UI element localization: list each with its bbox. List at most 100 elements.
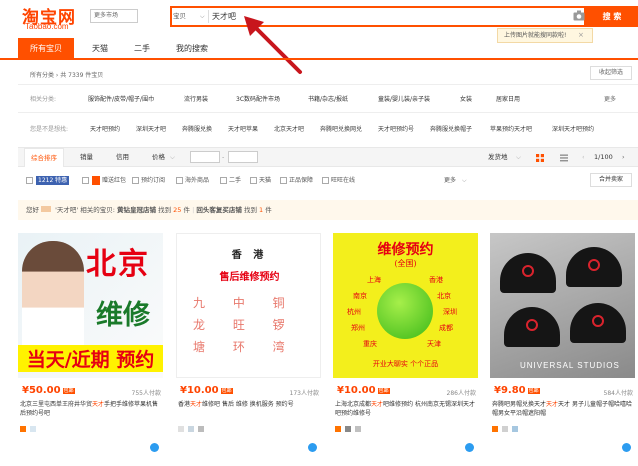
filter-checkbox[interactable] (176, 177, 183, 184)
filter-checkbox[interactable] (82, 177, 89, 184)
product-image[interactable]: 维修预约 (全国) 上海 香港 南京 北京 杭州 深圳 郑州 成都 重庆 天津 … (333, 233, 478, 378)
suggested-search-item[interactable]: 深圳天才吧 (136, 124, 166, 133)
image-city: 上海 (367, 276, 381, 284)
search-button[interactable]: 搜 索 (586, 6, 638, 27)
filter-label[interactable]: 正品保障 (289, 176, 313, 186)
suggested-search-item[interactable]: 奔腾吧兑换网兑 (320, 124, 362, 133)
product-image[interactable]: 北京 维修 当天/近期 预约 (18, 233, 163, 378)
shop-name-blurred (178, 426, 184, 432)
image-city: 杭州 (347, 308, 361, 316)
filter-label[interactable]: 天猫 (259, 176, 271, 186)
product-title[interactable]: 奔腾吧男帽兑换天才天才天才 男子儿童帽子帽哈嘻哈帽男女平沿帽遮阳帽 (492, 400, 632, 418)
unit: 件 (265, 206, 272, 214)
product-card[interactable]: 北京 维修 当天/近期 预约 ¥50.00 包邮 755人付款 北京三里屯西单王府… (18, 233, 163, 461)
merge-sellers-button[interactable]: 合并卖家 (590, 173, 632, 187)
image-city: 重庆 (363, 340, 377, 348)
sort-default[interactable]: 综合排序 (24, 148, 64, 167)
tab-all[interactable]: 所有宝贝 (18, 38, 74, 60)
filter-checkbox[interactable] (322, 177, 329, 184)
store-label[interactable]: 黄钻皇冠店铺 (117, 206, 156, 214)
cap-logo (526, 319, 538, 331)
sort-price[interactable]: 价格 (152, 148, 165, 166)
product-shop-row[interactable] (20, 426, 160, 434)
buyer-label[interactable]: 回头客复买店铺 (196, 206, 242, 214)
filter-checkbox[interactable] (220, 177, 227, 184)
filter-label[interactable]: 旺旺在线 (331, 176, 355, 186)
product-card[interactable]: 维修预约 (全国) 上海 香港 南京 北京 杭州 深圳 郑州 成都 重庆 天津 … (333, 233, 478, 461)
product-title[interactable]: 香港天才维修吧 售后 维修 换机服务 预约号 (178, 400, 318, 409)
cap-logo (522, 265, 534, 277)
image-text-brand: UNIVERSAL STUDIOS (520, 361, 620, 370)
search-category-select[interactable]: 宝贝 (173, 9, 186, 24)
chevron-down-icon: ⌵ (462, 177, 467, 184)
fold-filters-button[interactable]: 收起筛选 (590, 66, 632, 80)
shop-name-blurred (345, 426, 351, 432)
suggested-search-item[interactable]: 天才吧苹果 (228, 124, 258, 133)
suggested-search-item[interactable]: 奔腾服兑换帽子 (430, 124, 472, 133)
ship-from-select[interactable]: 发货地 (488, 148, 508, 166)
wangwang-chat-icon[interactable] (622, 443, 631, 452)
prev-page-icon[interactable]: ‹ (582, 148, 585, 166)
filter-checkbox[interactable] (132, 177, 139, 184)
list-view-icon[interactable] (560, 154, 568, 162)
related-category-item[interactable]: 书籍/杂志/报纸 (308, 94, 348, 103)
product-title[interactable]: 北京三里屯西单王府井华贸天才手把手维修苹果机售后预约号吧 (20, 400, 160, 418)
related-category-item[interactable]: 3C数码配件市场 (236, 94, 280, 103)
product-shop-row[interactable] (335, 426, 475, 434)
tab-my-search[interactable]: 我的搜索 (166, 38, 218, 60)
wangwang-chat-icon[interactable] (308, 443, 317, 452)
related-category-item[interactable]: 女装 (460, 94, 472, 103)
filter-label[interactable]: 海外商品 (185, 176, 209, 186)
price-max-input[interactable] (228, 151, 258, 163)
filter-red-packet-label[interactable]: 赠送红包 (102, 176, 126, 186)
red-packet-icon (92, 176, 100, 185)
related-category-item[interactable]: 服饰配件/皮带/帽子/围巾 (88, 94, 154, 103)
suggested-search-item[interactable]: 天才吧预约号 (378, 124, 414, 133)
more-filters-button[interactable]: 更多 (444, 176, 456, 186)
image-text-appointment: 维修预约 (377, 242, 434, 258)
sort-sales[interactable]: 销量 (80, 148, 93, 166)
related-category-item[interactable]: 童装/婴儿装/亲子装 (378, 94, 430, 103)
breadcrumb: 所有分类 › 共 7339 件宝贝 (30, 72, 104, 79)
free-shipping-tag: 包邮 (62, 387, 75, 394)
filter-checkbox[interactable] (26, 177, 33, 184)
related-category-item[interactable]: 流行男装 (184, 94, 208, 103)
next-page-icon[interactable]: › (622, 148, 625, 166)
product-shop-row[interactable] (492, 426, 632, 434)
filter-label[interactable]: 预约订阅 (141, 176, 165, 186)
filter-label[interactable]: 二手 (229, 176, 241, 186)
suggested-search-item[interactable]: 天才吧预约 (90, 124, 120, 133)
wangwang-chat-icon[interactable] (150, 443, 159, 452)
image-text-hongkong: 香 港 (231, 250, 268, 261)
sort-credit[interactable]: 信用 (116, 148, 129, 166)
camera-icon[interactable] (573, 10, 585, 21)
suggested-search-item[interactable]: 北京天才吧 (274, 124, 304, 133)
product-title[interactable]: 上海北京成都天才吧维修预约 杭州南京无锡深圳天才吧预约维修号 (335, 400, 475, 418)
related-category-item[interactable]: 居家日用 (496, 94, 520, 103)
market-select[interactable]: 更多市场 (90, 9, 138, 23)
suggested-search-item[interactable]: 苹果预约天才吧 (490, 124, 532, 133)
image-text-appointment: 当天/近期 预约 (18, 345, 163, 372)
product-price: ¥50.00 包邮 (22, 385, 75, 396)
filter-1212-label[interactable]: 1212 特惠 (36, 176, 70, 185)
tab-tmall[interactable]: 天猫 (80, 38, 120, 60)
suggested-search-item[interactable]: 奔腾服兑换 (182, 124, 212, 133)
suggested-search-item[interactable]: 深圳天才吧预约 (552, 124, 594, 133)
chevron-down-icon: ⌵ (200, 13, 205, 20)
filter-checkbox[interactable] (280, 177, 287, 184)
product-shop-row[interactable] (178, 426, 318, 434)
product-card[interactable]: 香 港 售后维修预约 九 中 铜 龙 旺 锣 塘 环 湾 ¥10.00 包邮 17… (176, 233, 321, 461)
product-image[interactable]: 香 港 售后维修预约 九 中 铜 龙 旺 锣 塘 环 湾 (176, 233, 321, 378)
more-categories-button[interactable]: 更多 (604, 94, 616, 103)
price-range-dash: - (222, 153, 225, 161)
product-card[interactable]: UNIVERSAL STUDIOS ¥9.80 包邮 584人付款 奔腾吧男帽兑换… (490, 233, 635, 461)
tab-secondhand[interactable]: 二手 (122, 38, 162, 60)
image-text-service: 售后维修预约 (219, 272, 280, 283)
price-min-input[interactable] (190, 151, 220, 163)
product-image[interactable]: UNIVERSAL STUDIOS (490, 233, 635, 378)
taobao-logo-en: Taobao.com (25, 22, 69, 31)
filter-checkbox[interactable] (250, 177, 257, 184)
grid-view-icon[interactable] (536, 154, 544, 162)
wangwang-chat-icon[interactable] (465, 443, 474, 452)
search-input[interactable]: 天才吧 (212, 9, 236, 24)
